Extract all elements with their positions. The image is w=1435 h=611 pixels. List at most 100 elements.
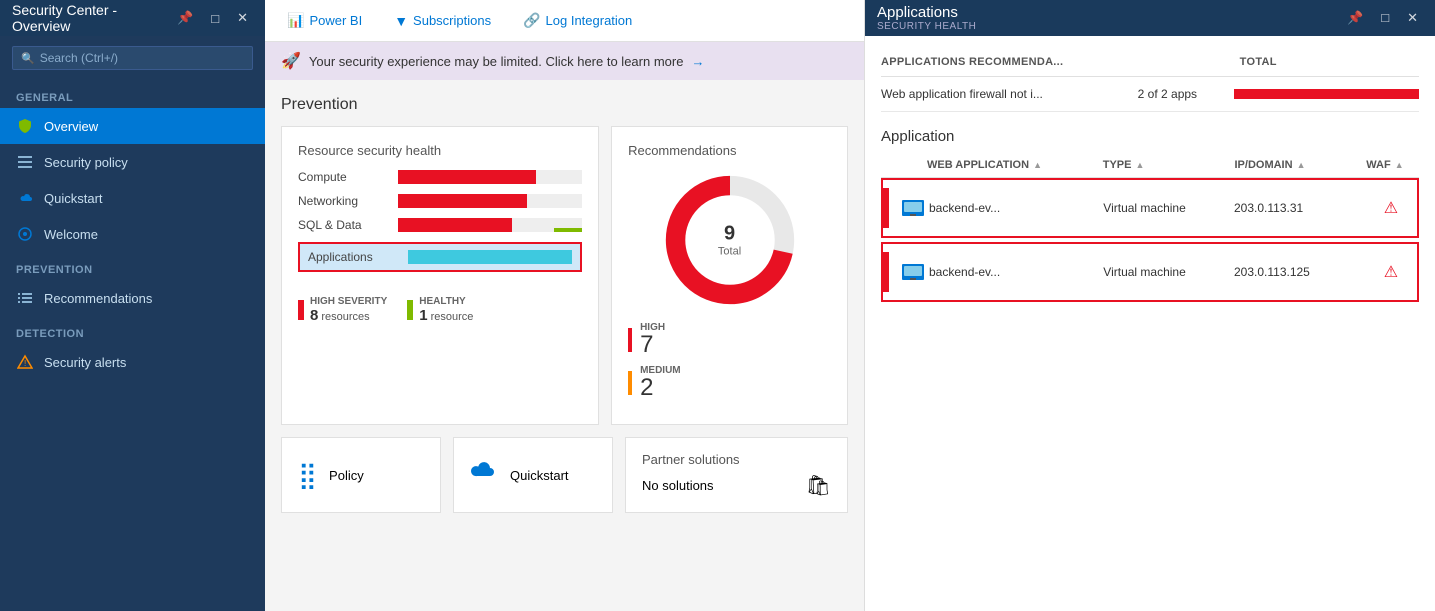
right-title-group: Applications SECURITY HEALTH bbox=[877, 4, 1342, 32]
banner-arrow[interactable]: → bbox=[691, 54, 704, 69]
pin-icon[interactable]: 📌 bbox=[172, 8, 198, 28]
app-table-header: WEB APPLICATION ▲ TYPE ▲ IP/DOMAIN ▲ WAF… bbox=[881, 153, 1419, 178]
networking-label: Networking bbox=[298, 194, 388, 208]
security-banner[interactable]: 🚀 Your security experience may be limite… bbox=[265, 42, 864, 80]
sidebar-item-welcome[interactable]: Welcome bbox=[0, 216, 265, 252]
partner-title: Partner solutions bbox=[642, 452, 831, 467]
networking-bar-red bbox=[398, 194, 527, 208]
close-icon[interactable]: ✕ bbox=[232, 8, 253, 28]
ip-col-header: IP/DOMAIN ▲ bbox=[1235, 159, 1367, 171]
cards-row: Resource security health Compute Network… bbox=[281, 126, 848, 425]
web-app-sort-icon[interactable]: ▲ bbox=[1033, 160, 1042, 170]
waf-col-header: WAF ▲ bbox=[1366, 159, 1419, 171]
sidebar-item-security-policy[interactable]: Security policy bbox=[0, 144, 265, 180]
right-panel: Applications SECURITY HEALTH 📌 □ ✕ APPLI… bbox=[865, 0, 1435, 611]
app-rec-count: 2 of 2 apps bbox=[1138, 87, 1224, 101]
high-sev-num: 7 bbox=[640, 333, 665, 357]
quickstart-card[interactable]: Quickstart bbox=[453, 437, 613, 513]
right-win-controls: 📌 □ ✕ bbox=[1342, 8, 1423, 28]
col-app-rec-header: APPLICATIONS RECOMMENDA... bbox=[881, 56, 1240, 68]
policy-card[interactable]: ⣿ Policy bbox=[281, 437, 441, 513]
right-maximize-icon[interactable]: □ bbox=[1376, 8, 1394, 28]
maximize-icon[interactable]: □ bbox=[206, 9, 224, 28]
search-box[interactable]: 🔍 bbox=[12, 46, 253, 70]
donut-chart: 9 Total bbox=[660, 170, 800, 310]
partner-no-solutions: No solutions bbox=[642, 478, 714, 493]
app-row-1-status bbox=[883, 252, 889, 292]
filter-icon: ▼ bbox=[394, 13, 408, 29]
healthy-bar bbox=[407, 300, 413, 320]
sql-data-row: SQL & Data bbox=[298, 218, 582, 232]
sidebar-item-recommendations[interactable]: Recommendations bbox=[0, 280, 265, 316]
subscriptions-label: Subscriptions bbox=[413, 13, 491, 28]
compute-row: Compute bbox=[298, 170, 582, 184]
app-rec-bar bbox=[1234, 89, 1419, 99]
quickstart-label: Quickstart bbox=[510, 468, 569, 483]
waf-alert-icon-0: ⚠ bbox=[1384, 198, 1398, 218]
search-input[interactable] bbox=[40, 51, 244, 65]
app-row-0-status bbox=[883, 188, 889, 228]
policy-label: Policy bbox=[329, 468, 364, 483]
sidebar-item-quickstart[interactable]: Quickstart bbox=[0, 180, 265, 216]
power-bi-button[interactable]: 📊 Power BI bbox=[281, 8, 368, 33]
sidebar-item-security-alerts[interactable]: ! Security alerts bbox=[0, 344, 265, 380]
left-sidebar: Security Center - Overview 📌 □ ✕ 🔍 GENER… bbox=[0, 0, 265, 611]
waf-alert-icon-1: ⚠ bbox=[1384, 262, 1398, 282]
log-integration-button[interactable]: 🔗 Log Integration bbox=[517, 8, 638, 33]
right-panel-subtitle: SECURITY HEALTH bbox=[877, 21, 1342, 32]
rocket-icon: 🚀 bbox=[281, 51, 301, 71]
app-row-1[interactable]: backend-ev... Virtual machine 203.0.113.… bbox=[881, 242, 1419, 302]
networking-row: Networking bbox=[298, 194, 582, 208]
partner-solutions-card: Partner solutions No solutions 🛍 bbox=[625, 437, 848, 513]
app-row-0-name: backend-ev... bbox=[929, 201, 1103, 215]
log-integration-label: Log Integration bbox=[546, 13, 633, 28]
web-app-col-header: WEB APPLICATION ▲ bbox=[927, 159, 1103, 171]
left-win-controls: 📌 □ ✕ bbox=[172, 8, 253, 28]
donut-container: 9 Total HIGH 7 bbox=[628, 170, 831, 408]
app-rec-table-header: APPLICATIONS RECOMMENDA... TOTAL bbox=[881, 48, 1419, 77]
donut-total-label: Total bbox=[718, 246, 741, 258]
sidebar-item-overview[interactable]: Overview bbox=[0, 108, 265, 144]
sidebar-item-welcome-label: Welcome bbox=[44, 227, 98, 242]
general-section-label: GENERAL bbox=[0, 80, 265, 108]
severity-stats: HIGH 7 MEDIUM 2 bbox=[628, 322, 831, 408]
medium-sev-row: MEDIUM 2 bbox=[628, 365, 831, 400]
high-sev-info: HIGH 7 bbox=[640, 322, 665, 357]
web-app-header-label: WEB APPLICATION bbox=[927, 159, 1029, 171]
medium-sev-bar bbox=[628, 371, 632, 395]
partner-content: No solutions 🛍 bbox=[642, 473, 831, 498]
app-row-0-type: Virtual machine bbox=[1103, 201, 1234, 215]
high-severity-count-row: 8 resources bbox=[310, 307, 387, 324]
healthy-label: HEALTHY bbox=[419, 296, 473, 307]
app-row-0[interactable]: backend-ev... Virtual machine 203.0.113.… bbox=[881, 178, 1419, 238]
type-sort-icon[interactable]: ▲ bbox=[1135, 160, 1144, 170]
waf-sort-icon[interactable]: ▲ bbox=[1395, 160, 1404, 170]
chat-icon bbox=[16, 225, 34, 243]
prevention-section-label: PREVENTION bbox=[0, 252, 265, 280]
healthy-resource: resource bbox=[431, 311, 474, 323]
right-title-bar: Applications SECURITY HEALTH 📌 □ ✕ bbox=[865, 0, 1435, 36]
high-sev-row: HIGH 7 bbox=[628, 322, 831, 357]
app-row-0-waf: ⚠ bbox=[1365, 198, 1417, 218]
app-row-0-icon bbox=[897, 198, 929, 218]
subscriptions-button[interactable]: ▼ Subscriptions bbox=[388, 9, 497, 33]
right-close-icon[interactable]: ✕ bbox=[1402, 8, 1423, 28]
application-section-title: Application bbox=[881, 128, 1419, 145]
link-icon: 🔗 bbox=[523, 12, 540, 29]
banner-text: Your security experience may be limited.… bbox=[309, 54, 684, 69]
sql-bar-red bbox=[398, 218, 512, 232]
ip-sort-icon[interactable]: ▲ bbox=[1297, 160, 1306, 170]
bottom-cards: ⣿ Policy Quickstart Partner solutions No… bbox=[281, 437, 848, 513]
type-header-label: TYPE bbox=[1103, 159, 1132, 171]
right-content: APPLICATIONS RECOMMENDA... TOTAL Web app… bbox=[865, 36, 1435, 611]
healthy-count-row: 1 resource bbox=[419, 307, 473, 324]
applications-row[interactable]: Applications bbox=[298, 242, 582, 272]
left-title-bar: Security Center - Overview 📌 □ ✕ bbox=[0, 0, 265, 36]
high-severity-resources: resources bbox=[321, 311, 369, 323]
resource-health-card: Resource security health Compute Network… bbox=[281, 126, 599, 425]
app-rec-row[interactable]: Web application firewall not i... 2 of 2… bbox=[881, 77, 1419, 112]
prevention-title: Prevention bbox=[281, 96, 848, 114]
high-severity-info: HIGH SEVERITY 8 resources bbox=[310, 296, 387, 324]
right-pin-icon[interactable]: 📌 bbox=[1342, 8, 1368, 28]
quickstart-icon bbox=[470, 460, 498, 491]
